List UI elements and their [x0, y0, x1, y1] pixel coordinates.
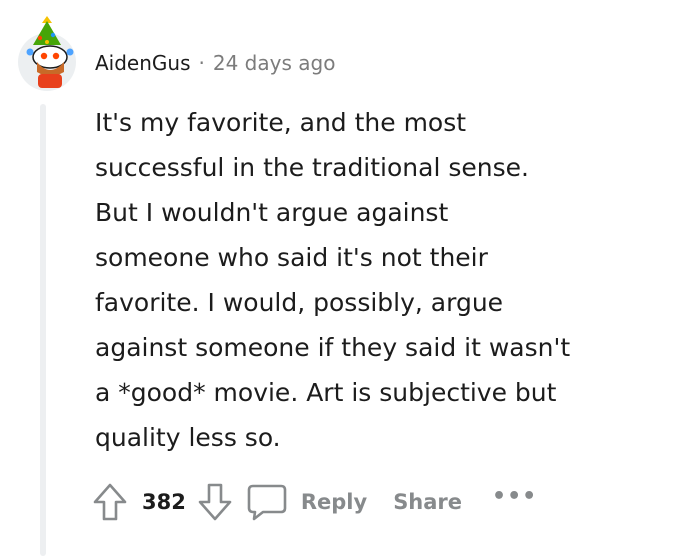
snoo-christmas-tree-avatar-icon	[18, 16, 76, 91]
avatar[interactable]	[14, 12, 80, 92]
comment-header: AidenGus · 24 days ago	[95, 46, 335, 80]
comment-line: favorite. I would, possibly, argue	[95, 288, 504, 317]
comment-line: successful in the traditional sense.	[95, 153, 529, 182]
separator-dot: ·	[198, 51, 205, 75]
downvote-button[interactable]	[197, 482, 233, 522]
speech-bubble-icon	[247, 484, 287, 521]
reply-button[interactable]: Reply	[245, 482, 367, 522]
username-link[interactable]: AidenGus	[95, 51, 191, 75]
vote-count: 382	[142, 490, 186, 514]
comment: AidenGus · 24 days ago It's my favorite,…	[0, 0, 700, 556]
downvote-arrow-icon	[198, 483, 232, 521]
comment-actions: 382 Reply Share •••	[92, 480, 537, 524]
share-button[interactable]: Share	[393, 490, 462, 514]
thread-line[interactable]	[40, 104, 46, 556]
more-options-icon: •••	[492, 483, 538, 509]
more-options-button[interactable]: •••	[492, 484, 537, 509]
comment-line: But I wouldn't argue against	[95, 198, 449, 227]
reply-label: Reply	[300, 490, 368, 514]
share-label: Share	[393, 490, 463, 514]
upvote-arrow-icon	[93, 483, 127, 521]
timestamp[interactable]: 24 days ago	[213, 51, 336, 75]
upvote-button[interactable]	[92, 482, 128, 522]
comment-line: quality less so.	[95, 423, 281, 452]
comment-line: against someone if they said it wasn't	[95, 333, 571, 362]
comment-line: a *good* movie. Art is subjective but	[95, 378, 557, 407]
comment-body: It's my favorite, and the most successfu…	[95, 100, 655, 460]
comment-line: It's my favorite, and the most	[95, 108, 467, 137]
comment-line: someone who said it's not their	[95, 243, 488, 272]
